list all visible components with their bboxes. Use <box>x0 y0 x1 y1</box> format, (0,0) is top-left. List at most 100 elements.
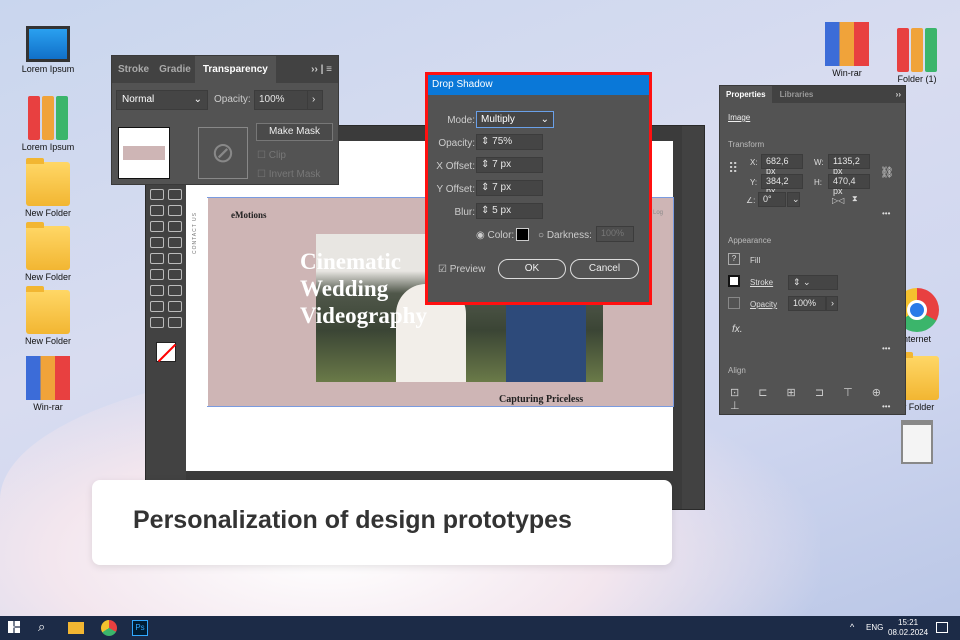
clip-label: Clip <box>268 150 286 161</box>
panel-menu-icon[interactable]: ›› | ≡ <box>311 64 338 75</box>
angle-dropdown[interactable]: ⌄ <box>787 192 800 207</box>
tab-gradient[interactable]: Gradie <box>155 64 195 75</box>
folder-icon <box>26 158 70 206</box>
photoshop-icon[interactable]: Ps <box>132 620 148 636</box>
darkness-input[interactable]: 100% <box>596 226 634 242</box>
cancel-button[interactable]: Cancel <box>570 259 639 279</box>
language-indicator[interactable]: ENG <box>866 623 883 632</box>
w-label: W: <box>814 158 824 167</box>
x-input[interactable]: 682,6 px <box>761 154 803 176</box>
transparency-panel: Stroke Gradie Transparency ›› | ≡ Normal… <box>111 55 339 185</box>
opacity-label[interactable]: Opacity <box>750 300 777 309</box>
blur-stepper[interactable]: ⇕ 5 px <box>476 203 543 219</box>
icon-label: New Folder <box>24 208 71 218</box>
clock-time: 15:21 <box>898 618 919 627</box>
opacity-label: Opacity: <box>438 138 475 149</box>
shadow-color-swatch[interactable] <box>516 228 529 241</box>
blend-mode-select[interactable]: Normal ⌄ <box>116 90 208 110</box>
invert-mask-checkbox[interactable]: ☐ Invert Mask <box>257 169 320 180</box>
caption-banner: Personalization of design prototypes <box>92 480 672 565</box>
y-label: Y: <box>750 178 758 187</box>
stroke-swatch[interactable] <box>728 275 740 287</box>
stroke-label[interactable]: Stroke <box>750 278 773 287</box>
mode-select[interactable]: Multiply ⌄ <box>476 111 554 128</box>
blur-value: 5 px <box>492 205 512 216</box>
flip-vertical-icon[interactable]: ⧗ <box>852 194 858 204</box>
desktop-icon-folder-1[interactable]: Folder (1) <box>885 28 949 84</box>
right-toolbar[interactable] <box>682 126 704 509</box>
opacity-arrow-button[interactable]: › <box>307 90 323 110</box>
icon-label: Lorem Ipsum <box>21 64 75 74</box>
recycle-bin-icon <box>901 420 933 464</box>
opacity-input[interactable]: 100% <box>788 296 826 311</box>
mode-value: Multiply <box>481 114 515 125</box>
constrain-proportions-icon[interactable]: ⛓ <box>880 166 894 179</box>
angle-input[interactable]: 0° <box>758 192 786 207</box>
no-mask-icon: ⊘ <box>198 127 248 179</box>
clock[interactable]: 15:21 08.02.2024 <box>888 618 928 638</box>
desktop-icon-lorem-ipsum-2[interactable]: Lorem Ipsum <box>16 96 80 152</box>
blend-mode-value: Normal <box>122 94 155 105</box>
folder-icon <box>26 286 70 334</box>
fill-stroke-swatch[interactable] <box>156 342 177 363</box>
make-mask-button[interactable]: Make Mask <box>256 123 333 141</box>
chevron-down-icon: ⌄ <box>540 114 549 125</box>
desktop-icon-new-folder[interactable]: New Folder <box>16 286 80 346</box>
winrar-icon <box>26 356 70 400</box>
opacity-input[interactable]: 100% <box>254 90 308 110</box>
search-icon[interactable]: ⌕ <box>38 619 45 635</box>
stroke-weight-stepper[interactable]: ⇕ ⌄ <box>788 275 838 290</box>
tab-properties[interactable]: Properties <box>720 86 772 103</box>
notifications-icon[interactable] <box>936 622 948 633</box>
icon-label: Win-rar <box>832 68 862 78</box>
effects-button[interactable]: fx. <box>732 324 743 335</box>
color-label: Color: <box>487 230 515 241</box>
tab-transparency[interactable]: Transparency <box>194 56 276 83</box>
w-input[interactable]: 1135,2 px <box>828 154 870 176</box>
fill-unknown-icon[interactable]: ? <box>728 253 740 265</box>
desktop-icon-win-rar[interactable]: Win-rar <box>815 22 879 78</box>
y-offset-value: 7 px <box>492 182 512 193</box>
opacity-stepper[interactable]: ⇕ 75% <box>476 134 543 150</box>
opacity-arrow-button[interactable]: › <box>826 296 838 311</box>
more-options-icon[interactable]: ••• <box>882 209 890 218</box>
y-offset-stepper[interactable]: ⇕ 7 px <box>476 180 543 196</box>
h-label: H: <box>814 178 822 187</box>
align-buttons[interactable]: ⊡ ⊏ ⊞ ⊐ ⊤ ⊕ ⊥ <box>730 386 905 412</box>
tab-libraries[interactable]: Libraries <box>772 90 822 99</box>
opacity-value: 75% <box>492 136 513 147</box>
collapse-icon[interactable]: ›› <box>896 90 905 99</box>
color-radio[interactable]: ◉ Color: <box>476 230 514 241</box>
icon-label: nternet <box>902 334 932 344</box>
clip-checkbox[interactable]: ☐ Clip <box>257 150 286 161</box>
desktop-icon-new-folder[interactable]: New Folder <box>16 222 80 282</box>
icon-label: New Folder <box>24 336 71 346</box>
desktop-icon-lorem-ipsum[interactable]: Lorem Ipsum <box>16 26 80 74</box>
more-options-icon[interactable]: ••• <box>882 344 890 353</box>
desktop-icon-new-folder[interactable]: New Folder <box>16 158 80 218</box>
flip-horizontal-icon[interactable]: ▷◁ <box>832 196 844 205</box>
darkness-radio[interactable]: ○ Darkness: <box>538 230 592 241</box>
clock-date: 08.02.2024 <box>888 628 929 637</box>
icon-label: Folder (1) <box>897 74 937 84</box>
binders-icon <box>26 96 70 140</box>
desktop-icon-recycle-bin[interactable] <box>885 420 949 466</box>
ok-button[interactable]: OK <box>498 259 566 279</box>
chrome-icon[interactable] <box>101 620 117 636</box>
tray-chevron-icon[interactable]: ^ <box>850 622 854 632</box>
properties-panel: Properties Libraries ›› Image Transform … <box>719 85 906 415</box>
file-explorer-icon[interactable] <box>68 622 84 634</box>
tab-stroke[interactable]: Stroke <box>112 64 155 75</box>
binders-icon <box>895 28 939 72</box>
h-input[interactable]: 470,4 px <box>828 174 870 196</box>
icon-label: Win-rar <box>33 402 63 412</box>
tool-grid[interactable] <box>148 188 184 332</box>
reference-point-icon[interactable]: ⠿ <box>728 160 738 177</box>
start-button[interactable] <box>8 621 20 633</box>
x-offset-stepper[interactable]: ⇕ 7 px <box>476 157 543 173</box>
object-thumbnail[interactable] <box>118 127 170 179</box>
more-options-icon[interactable]: ••• <box>882 402 890 411</box>
y-input[interactable]: 384,2 px <box>761 174 803 196</box>
desktop-icon-win-rar[interactable]: Win-rar <box>16 356 80 412</box>
preview-checkbox[interactable]: ☑ Preview <box>438 264 485 275</box>
